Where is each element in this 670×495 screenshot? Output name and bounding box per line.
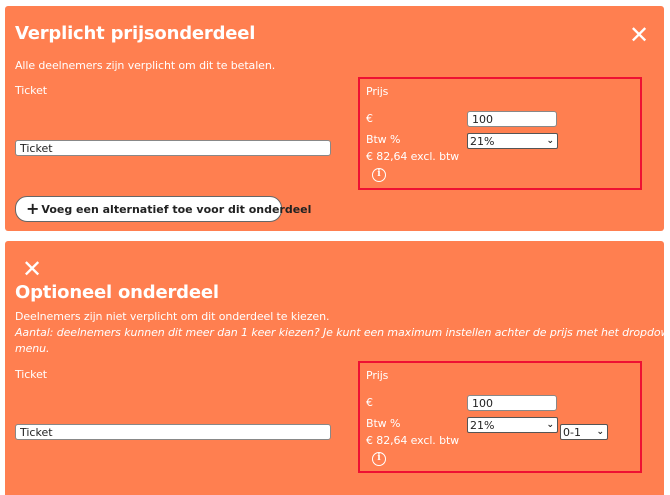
vat-select-value: 21%	[470, 134, 495, 148]
ticket-label: Ticket	[15, 368, 47, 381]
vat-label: Btw %	[366, 133, 401, 146]
ticket-name-input[interactable]	[15, 140, 331, 156]
ticket-name-input[interactable]	[15, 424, 331, 440]
vat-select[interactable]: 21% ⌄	[467, 417, 558, 433]
price-input[interactable]	[467, 111, 557, 127]
excl-vat-amount: € 82,64 excl. btw	[366, 434, 460, 447]
excl-vat-amount: € 82,64 excl. btw	[366, 150, 460, 163]
add-alternative-label: Voeg een alternatief toe voor dit onderd…	[41, 202, 312, 216]
section-title: Verplicht prijsonderdeel	[15, 23, 256, 44]
currency-label: €	[366, 112, 373, 125]
info-icon[interactable]: i	[372, 168, 386, 182]
add-alternative-button[interactable]: + Voeg een alternatief toe voor dit onde…	[15, 196, 311, 222]
chevron-down-icon: ⌄	[546, 420, 554, 430]
vat-select[interactable]: 21% ⌄	[467, 133, 558, 149]
quantity-hint: Aantal: deelnemers kunnen dit meer dan 1…	[15, 326, 670, 339]
quantity-select[interactable]: 0-1 ⌄	[560, 424, 608, 440]
close-icon[interactable]: ✕	[629, 23, 649, 47]
close-icon[interactable]: ✕	[22, 257, 42, 281]
quantity-hint-continued: menu.	[15, 342, 50, 355]
chevron-down-icon: ⌄	[546, 136, 554, 146]
quantity-select-value: 0-1	[563, 425, 581, 439]
vat-label: Btw %	[366, 417, 401, 430]
price-input[interactable]	[467, 395, 557, 411]
vat-select-value: 21%	[470, 418, 495, 432]
required-price-section: Verplicht prijsonderdeel ✕ Alle deelneme…	[5, 6, 664, 231]
section-description: Alle deelnemers zijn verplicht om dit te…	[15, 59, 276, 72]
info-icon[interactable]: i	[372, 452, 386, 466]
price-label: Prijs	[366, 85, 389, 98]
plus-icon: +	[26, 199, 40, 218]
ticket-label: Ticket	[15, 84, 47, 97]
currency-label: €	[366, 396, 373, 409]
chevron-down-icon: ⌄	[596, 427, 604, 437]
price-label: Prijs	[366, 369, 389, 382]
optional-section: ✕ Optioneel onderdeel Deelnemers zijn ni…	[5, 241, 670, 495]
section-description: Deelnemers zijn niet verplicht om dit on…	[15, 310, 330, 323]
section-title: Optioneel onderdeel	[15, 282, 219, 303]
